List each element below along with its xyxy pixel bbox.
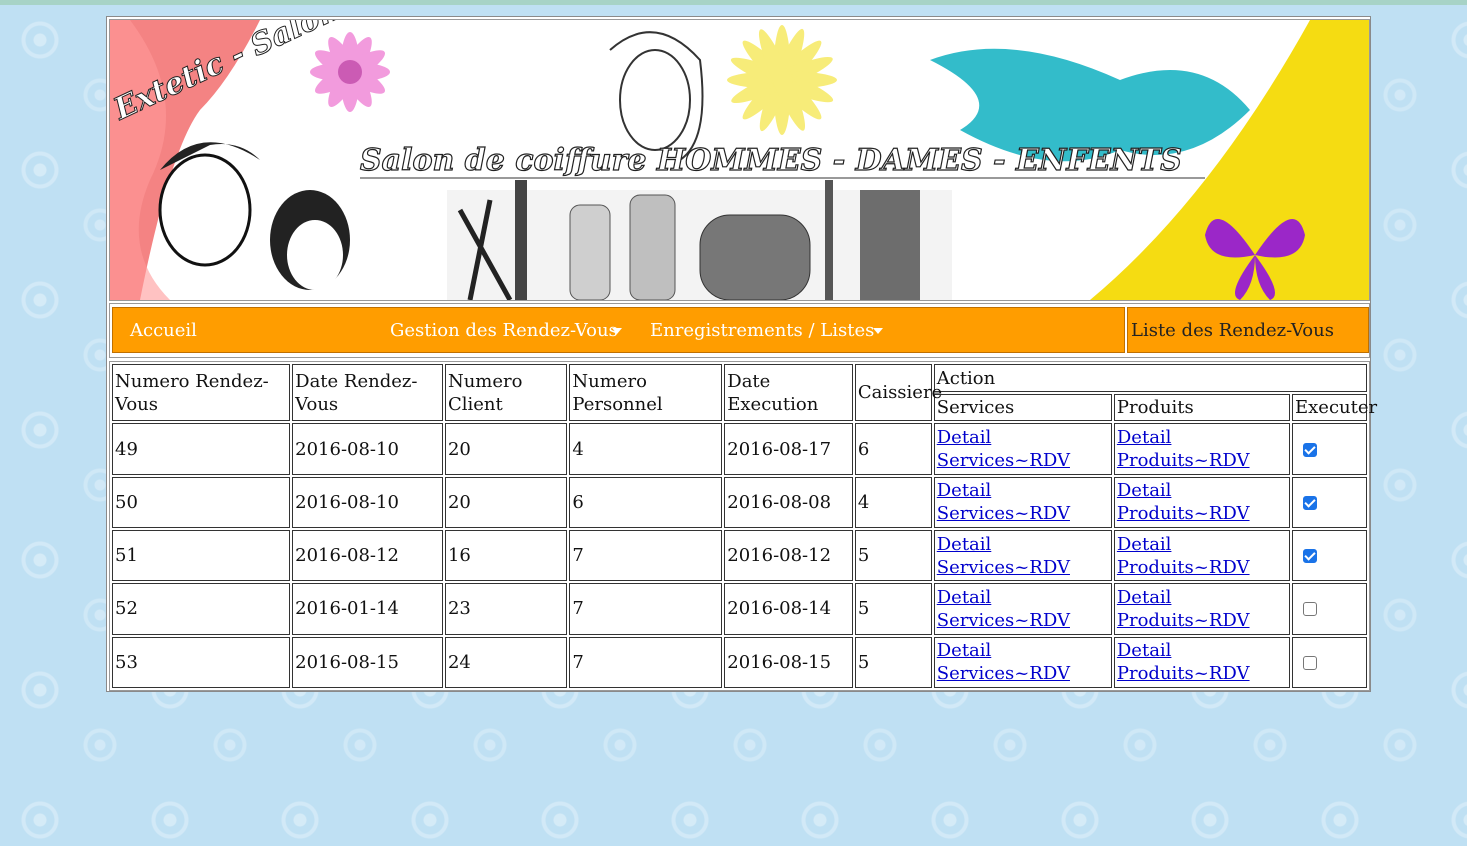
- cell-exec-date: 2016-08-08: [724, 476, 853, 528]
- table-row: 52 2016-01-14 23 7 2016-08-14 5 Detail Services…: [112, 583, 1367, 635]
- cell-services: Detail Services~RDV: [933, 476, 1112, 528]
- header-staff: Numero Personnel: [569, 364, 723, 422]
- cell-execute: [1292, 530, 1367, 582]
- cell-id: 53: [112, 636, 291, 688]
- banner-artwork: Extetic - Salon Salon de coiffure HOMMES…: [110, 20, 1369, 300]
- main-menu: Accueil Gestion des Rendez-Vous Enregist…: [112, 307, 1125, 353]
- header-action: Action: [933, 364, 1367, 393]
- header-client: Numero Client: [444, 364, 568, 422]
- execute-checkbox[interactable]: [1303, 602, 1317, 617]
- cell-products: Detail Produits~RDV: [1113, 530, 1290, 582]
- table-row: 51 2016-08-12 16 7 2016-08-12 5 Detail Services…: [112, 530, 1367, 582]
- cell-products: Detail Produits~RDV: [1113, 583, 1290, 635]
- cell-exec-date: 2016-08-14: [724, 583, 853, 635]
- cell-cashier: 6: [854, 423, 932, 475]
- header-id: Numero Rendez-Vous: [112, 364, 291, 422]
- cell-id: 49: [112, 423, 291, 475]
- cell-client: 16: [444, 530, 568, 582]
- cell-exec-date: 2016-08-15: [724, 636, 853, 688]
- cell-execute: [1292, 476, 1367, 528]
- cell-staff: 7: [569, 530, 723, 582]
- header-products: Produits: [1113, 394, 1290, 422]
- top-border: [0, 0, 1467, 5]
- services-detail-link[interactable]: Detail Services~RDV: [937, 587, 1070, 631]
- services-detail-link[interactable]: Detail Services~RDV: [937, 427, 1070, 471]
- cell-client: 23: [444, 583, 568, 635]
- cell-client: 20: [444, 476, 568, 528]
- cell-date: 2016-01-14: [292, 583, 443, 635]
- cell-services: Detail Services~RDV: [933, 530, 1112, 582]
- header-execute: Executer: [1292, 394, 1377, 422]
- cell-staff: 7: [569, 583, 723, 635]
- cell-client: 20: [444, 423, 568, 475]
- cell-date: 2016-08-15: [292, 636, 443, 688]
- nav-appointments[interactable]: Gestion des Rendez-Vous: [390, 320, 618, 341]
- banner-headline: Salon de coiffure HOMMES - DAMES - ENFEN…: [360, 143, 1182, 178]
- cell-id: 52: [112, 583, 291, 635]
- products-detail-link[interactable]: Detail Produits~RDV: [1117, 534, 1250, 578]
- cell-products: Detail Produits~RDV: [1113, 423, 1290, 475]
- cell-staff: 4: [569, 423, 723, 475]
- cell-date: 2016-08-10: [292, 476, 443, 528]
- cell-execute: [1292, 423, 1367, 475]
- table-row: 53 2016-08-15 24 7 2016-08-15 5 Detail Services…: [112, 636, 1367, 688]
- execute-checkbox[interactable]: [1303, 655, 1317, 670]
- appointments-table: Numero Rendez-Vous Date Rendez-Vous Nume…: [109, 361, 1377, 691]
- cell-exec-date: 2016-08-17: [724, 423, 853, 475]
- nav-records[interactable]: Enregistrements / Listes: [650, 320, 874, 341]
- products-detail-link[interactable]: Detail Produits~RDV: [1117, 640, 1250, 684]
- services-detail-link[interactable]: Detail Services~RDV: [937, 534, 1070, 578]
- cell-services: Detail Services~RDV: [933, 636, 1112, 688]
- cell-staff: 7: [569, 636, 723, 688]
- chevron-down-icon[interactable]: [612, 328, 622, 334]
- cell-products: Detail Produits~RDV: [1113, 476, 1290, 528]
- cell-date: 2016-08-10: [292, 423, 443, 475]
- cell-cashier: 5: [854, 583, 932, 635]
- execute-checkbox[interactable]: [1303, 495, 1317, 510]
- cell-cashier: 5: [854, 636, 932, 688]
- chevron-down-icon[interactable]: [873, 328, 883, 334]
- cell-execute: [1292, 583, 1367, 635]
- cell-cashier: 4: [854, 476, 932, 528]
- products-detail-link[interactable]: Detail Produits~RDV: [1117, 427, 1250, 471]
- header-cashier: Caissiere: [854, 364, 942, 422]
- salon-banner: Extetic - Salon Salon de coiffure HOMMES…: [109, 19, 1370, 301]
- cell-services: Detail Services~RDV: [933, 583, 1112, 635]
- current-page-label: Liste des Rendez-Vous: [1127, 307, 1369, 353]
- cell-id: 50: [112, 476, 291, 528]
- header-date: Date Rendez-Vous: [292, 364, 443, 422]
- products-detail-link[interactable]: Detail Produits~RDV: [1117, 480, 1250, 524]
- execute-checkbox[interactable]: [1303, 442, 1317, 457]
- execute-checkbox[interactable]: [1303, 549, 1317, 564]
- cell-exec-date: 2016-08-12: [724, 530, 853, 582]
- page-frame: Extetic - Salon Salon de coiffure HOMMES…: [106, 16, 1377, 692]
- cell-client: 24: [444, 636, 568, 688]
- products-detail-link[interactable]: Detail Produits~RDV: [1117, 587, 1250, 631]
- cell-services: Detail Services~RDV: [933, 423, 1112, 475]
- cell-id: 51: [112, 530, 291, 582]
- table-header-row: Numero Rendez-Vous Date Rendez-Vous Nume…: [112, 364, 1367, 422]
- nav-home[interactable]: Accueil: [130, 320, 197, 341]
- cell-products: Detail Produits~RDV: [1113, 636, 1290, 688]
- cell-cashier: 5: [854, 530, 932, 582]
- cell-execute: [1292, 636, 1367, 688]
- cell-staff: 6: [569, 476, 723, 528]
- services-detail-link[interactable]: Detail Services~RDV: [937, 640, 1070, 684]
- table-row: 50 2016-08-10 20 6 2016-08-08 4 Detail Services…: [112, 476, 1367, 528]
- cell-date: 2016-08-12: [292, 530, 443, 582]
- header-services: Services: [933, 394, 1112, 422]
- table-row: 49 2016-08-10 20 4 2016-08-17 6 Detail Services…: [112, 423, 1367, 475]
- header-exec-date: Date Execution: [724, 364, 853, 422]
- navigation-bar: Accueil Gestion des Rendez-Vous Enregist…: [109, 303, 1370, 358]
- services-detail-link[interactable]: Detail Services~RDV: [937, 480, 1070, 524]
- current-page-title: Liste des Rendez-Vous: [1131, 320, 1334, 341]
